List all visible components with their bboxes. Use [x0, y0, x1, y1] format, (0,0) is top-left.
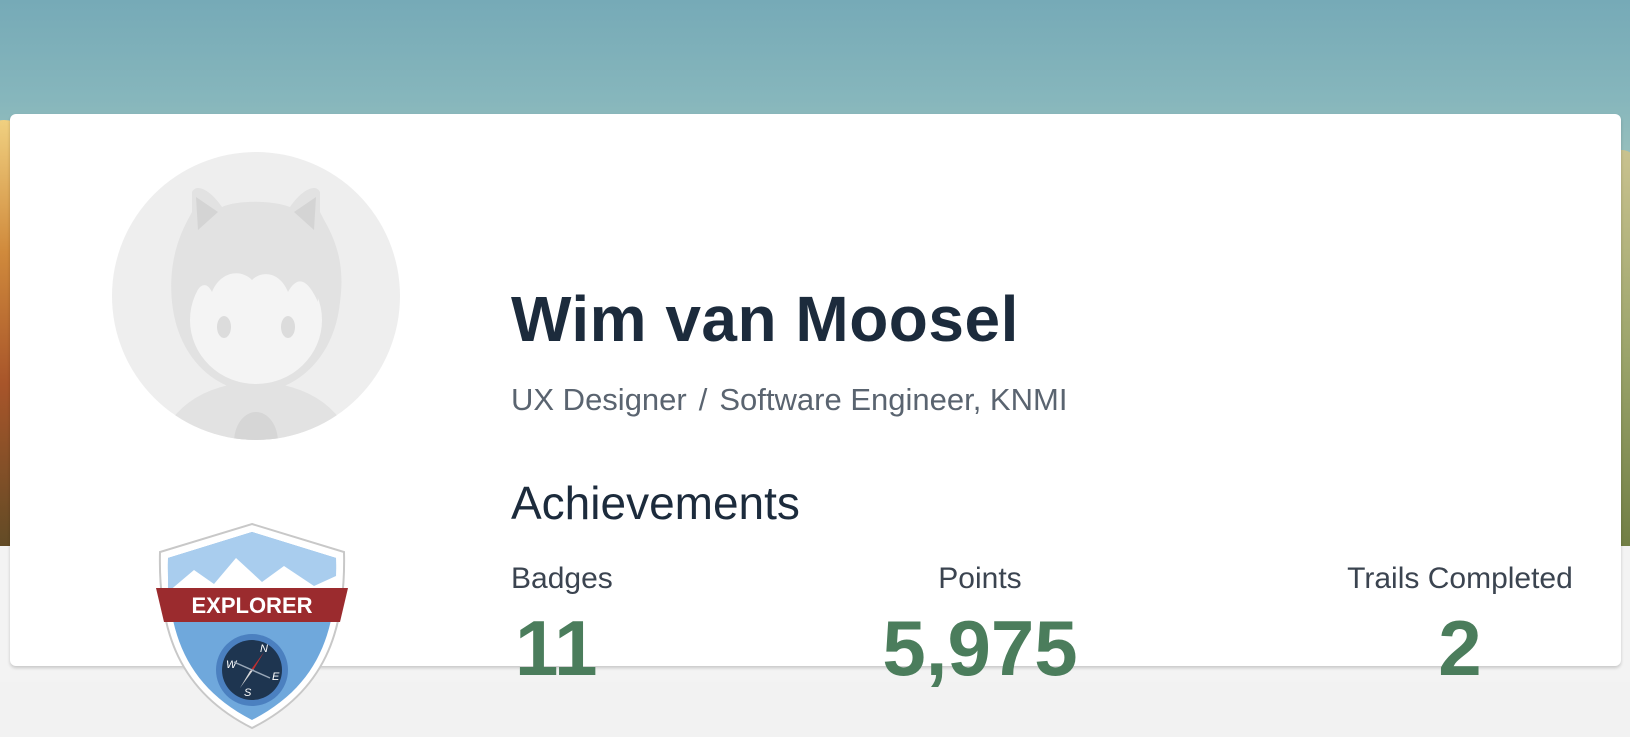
stat-value: 5,975 — [882, 604, 1078, 692]
stat-label: Trails Completed — [1347, 562, 1573, 595]
avatar-image — [112, 152, 400, 440]
compass-n: N — [260, 643, 268, 655]
profile-subtitle: UX Designer / Software Engineer, KNMI — [511, 382, 1067, 418]
stat-points: Points 5,975 — [860, 560, 1100, 694]
compass-e: E — [272, 671, 280, 683]
stat-badges: Badges 11 — [511, 560, 621, 694]
badge-label: EXPLORER — [191, 593, 312, 618]
stat-label: Points — [938, 562, 1022, 595]
stat-value: 11 — [515, 604, 598, 692]
explorer-rank-badge[interactable]: EXPLORER N E S W — [154, 522, 350, 737]
stat-trails-completed: Trails Completed 2 — [1340, 560, 1580, 694]
achievements-title: Achievements — [511, 477, 800, 529]
avatar[interactable] — [106, 146, 406, 446]
profile-name: Wim van Moosel — [511, 283, 1019, 355]
stat-value: 2 — [1438, 604, 1482, 692]
profile-role: UX Designer — [511, 382, 687, 417]
profile-company: Software Engineer, KNMI — [719, 382, 1068, 417]
profile-card: EXPLORER N E S W Wim van Moosel UX Desig… — [10, 114, 1621, 730]
compass-s: S — [244, 687, 252, 699]
default-avatar-icon — [162, 187, 350, 440]
compass-w: W — [226, 659, 238, 671]
stat-label: Badges — [511, 562, 613, 595]
subtitle-separator: / — [698, 382, 708, 417]
shield-icon: EXPLORER N E S W — [156, 522, 348, 730]
